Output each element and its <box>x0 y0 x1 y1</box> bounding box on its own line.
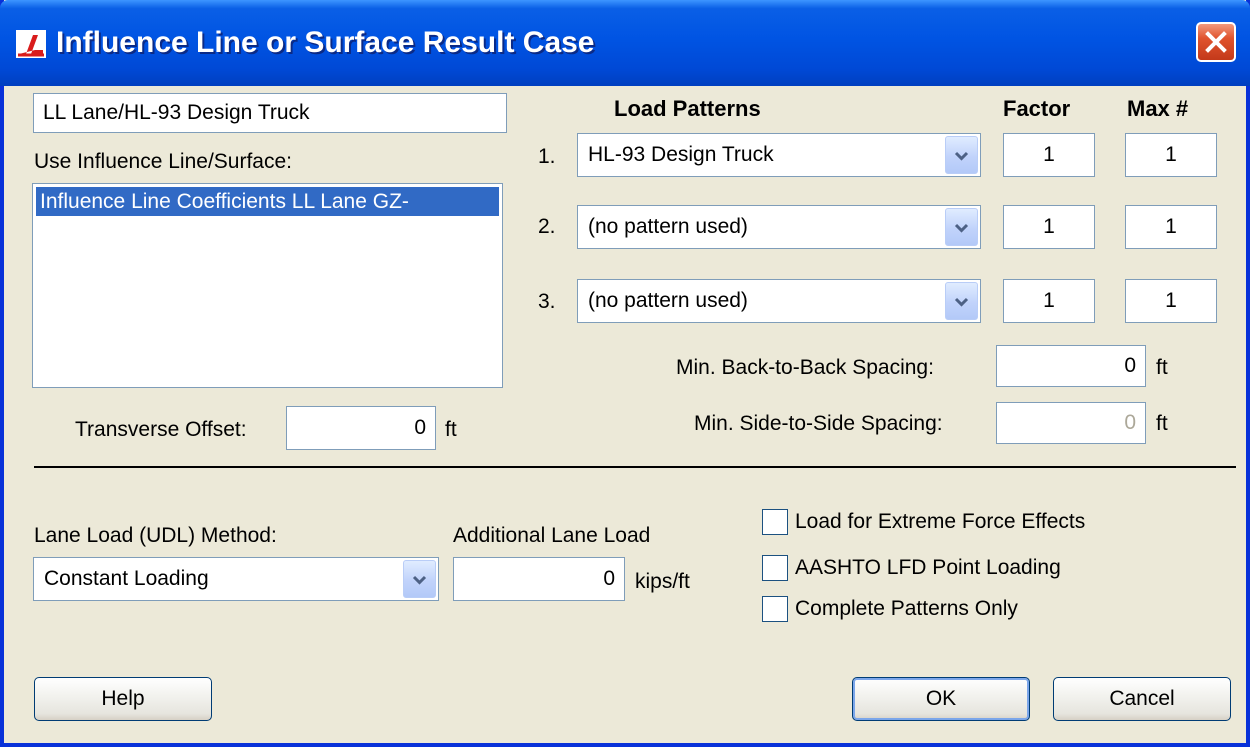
aashto-lfd-checkbox[interactable] <box>762 555 788 581</box>
side-to-side-unit: ft <box>1156 412 1168 435</box>
back-to-back-label: Min. Back-to-Back Spacing: <box>676 356 934 379</box>
back-to-back-unit: ft <box>1156 356 1168 379</box>
factor-row-1-input[interactable]: 1 <box>1003 133 1095 177</box>
pattern-row-1-value: HL-93 Design Truck <box>588 143 774 166</box>
ok-button[interactable]: OK <box>852 677 1030 721</box>
additional-lane-load-input[interactable]: 0 <box>453 557 625 601</box>
chevron-down-icon <box>412 575 427 585</box>
pattern-row-1-number: 1. <box>538 145 556 168</box>
lane-load-method-select[interactable]: Constant Loading <box>33 557 439 601</box>
side-to-side-input: 0 <box>996 402 1146 444</box>
transverse-offset-input[interactable]: 0 <box>286 406 436 450</box>
pattern-row-2-value: (no pattern used) <box>588 215 748 238</box>
chevron-down-icon <box>954 223 969 233</box>
max-row-3-input[interactable]: 1 <box>1125 279 1217 323</box>
extreme-force-checkbox[interactable] <box>762 509 788 535</box>
lane-load-method-value: Constant Loading <box>44 567 209 590</box>
cancel-button[interactable]: Cancel <box>1053 677 1231 721</box>
help-button[interactable]: Help <box>34 677 212 721</box>
dropdown-button[interactable] <box>945 282 978 320</box>
chevron-down-icon <box>954 151 969 161</box>
close-button[interactable] <box>1196 22 1236 62</box>
max-header: Max # <box>1127 96 1189 121</box>
pattern-row-2-select[interactable]: (no pattern used) <box>577 205 981 249</box>
factor-row-2-input[interactable]: 1 <box>1003 205 1095 249</box>
influence-list[interactable]: Influence Line Coefficients LL Lane GZ- <box>32 183 503 388</box>
complete-patterns-checkbox[interactable] <box>762 596 788 622</box>
aashto-lfd-label[interactable]: AASHTO LFD Point Loading <box>795 556 1061 580</box>
lane-load-method-label: Lane Load (UDL) Method: <box>34 524 277 547</box>
transverse-offset-label: Transverse Offset: <box>75 418 247 441</box>
max-row-1-input[interactable]: 1 <box>1125 133 1217 177</box>
divider <box>34 466 1236 468</box>
transverse-offset-unit: ft <box>445 418 457 441</box>
list-item[interactable]: Influence Line Coefficients LL Lane GZ- <box>36 187 499 216</box>
close-icon <box>1205 31 1227 53</box>
influence-label: Use Influence Line/Surface: <box>34 150 292 173</box>
side-to-side-label: Min. Side-to-Side Spacing: <box>694 412 943 435</box>
title-bar[interactable]: Influence Line or Surface Result Case <box>0 0 1250 86</box>
extreme-force-label[interactable]: Load for Extreme Force Effects <box>795 510 1085 534</box>
pattern-row-2-number: 2. <box>538 215 556 238</box>
max-row-2-input[interactable]: 1 <box>1125 205 1217 249</box>
app-icon <box>16 30 46 58</box>
dialog-window: Influence Line or Surface Result Case LL… <box>0 0 1250 747</box>
additional-lane-load-label: Additional Lane Load <box>453 524 651 547</box>
case-name-input[interactable]: LL Lane/HL-93 Design Truck <box>33 93 507 133</box>
additional-lane-load-unit: kips/ft <box>635 570 690 593</box>
window-title: Influence Line or Surface Result Case <box>56 26 595 59</box>
pattern-row-3-number: 3. <box>538 290 556 313</box>
back-to-back-input[interactable]: 0 <box>996 345 1146 387</box>
complete-patterns-label[interactable]: Complete Patterns Only <box>795 597 1018 621</box>
factor-row-3-input[interactable]: 1 <box>1003 279 1095 323</box>
chevron-down-icon <box>954 297 969 307</box>
pattern-row-3-select[interactable]: (no pattern used) <box>577 279 981 323</box>
pattern-row-1-select[interactable]: HL-93 Design Truck <box>577 133 981 177</box>
dropdown-button[interactable] <box>945 208 978 246</box>
load-patterns-header: Load Patterns <box>614 96 761 121</box>
dropdown-button[interactable] <box>403 560 436 598</box>
pattern-row-3-value: (no pattern used) <box>588 289 748 312</box>
factor-header: Factor <box>1003 96 1071 121</box>
dropdown-button[interactable] <box>945 136 978 174</box>
